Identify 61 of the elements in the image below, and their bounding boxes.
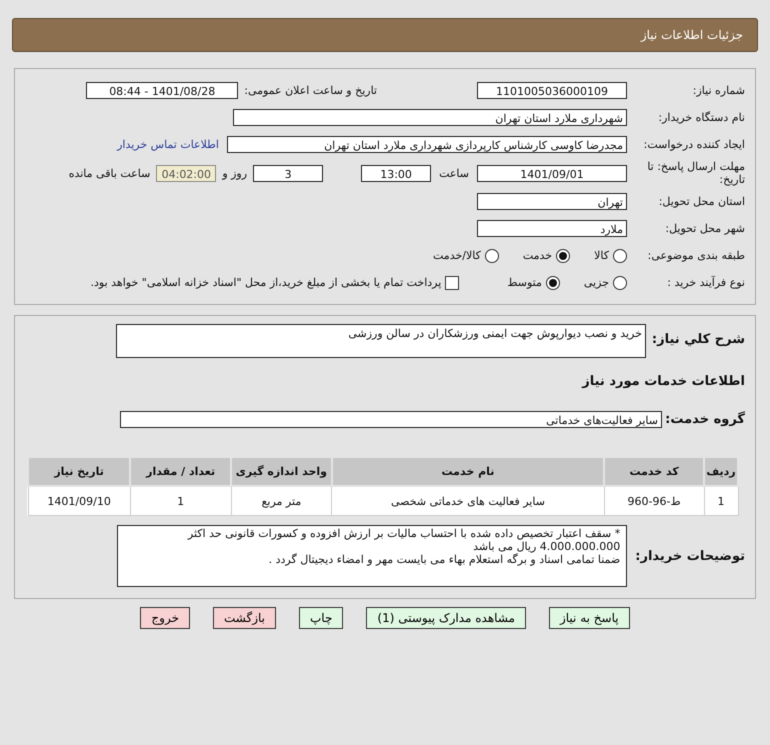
- column-header: تاریخ نیاز: [28, 457, 130, 486]
- page-header: جزئیات اطلاعات نیاز: [12, 18, 758, 52]
- table-cell: 1: [704, 486, 738, 516]
- radio-button[interactable]: [613, 248, 627, 262]
- field-label: ساعت باقی مانده: [68, 166, 150, 180]
- deadline-time-field: 13:00: [361, 164, 432, 182]
- option-label: متوسط: [507, 276, 542, 289]
- field-label: طبقه بندی موضوعی:: [648, 249, 745, 262]
- option-label: جزیی: [584, 276, 609, 289]
- radio-button[interactable]: [546, 276, 560, 290]
- option-label: کالا: [594, 249, 609, 262]
- remaining-time-field: 04:02:00: [156, 164, 216, 182]
- field-label: نام دستگاه خریدار:: [658, 111, 745, 124]
- field-label: مهلت ارسال پاسخ: تا تاریخ:: [647, 160, 745, 186]
- checkbox[interactable]: [445, 276, 460, 290]
- action-button[interactable]: پاسخ به نیاز: [548, 607, 630, 629]
- table-cell: ط-96-960: [604, 486, 704, 516]
- table-cell: متر مربع: [231, 486, 332, 516]
- column-header: کد خدمت: [604, 457, 704, 486]
- field-label: شماره نیاز:: [692, 84, 745, 97]
- notes-text: ضمنا تمامی اسناد و برگه استعلام بهاء می بایست مهر و امضاء دیجیتال گردد .: [268, 553, 620, 566]
- field-label: شهر محل تحویل:: [665, 222, 745, 235]
- table-cell: 1: [130, 486, 232, 516]
- table-cell: 1401/09/10: [28, 486, 130, 516]
- section-heading: اطلاعات خدمات مورد نیاز: [582, 374, 745, 388]
- field-label: استان محل تحویل:: [658, 195, 745, 208]
- option-label: کالا/خدمت: [433, 249, 481, 262]
- summary-field: خرید و نصب دیوارپوش جهت ایمنی ورزشکاران در سالن ورزشی: [116, 324, 646, 358]
- buyer-org-field: شهرداری ملارد استان تهران: [233, 109, 627, 126]
- field-label: روز و: [222, 166, 248, 180]
- requester-field: مجدرضا کاوسی کارشناس کارپردازی شهرداری ملارد استان تهران: [227, 136, 627, 153]
- action-button[interactable]: چاپ: [299, 607, 344, 629]
- radio-button[interactable]: [613, 276, 627, 290]
- province-field: تهران: [477, 193, 627, 210]
- exit-button[interactable]: بازگشت: [213, 607, 276, 629]
- section-label: شرح کلي نياز:: [652, 332, 745, 347]
- exit-button[interactable]: خروج: [140, 607, 190, 629]
- section-label: توضیحات خریدار:: [635, 548, 745, 564]
- column-header: نام خدمت: [332, 457, 604, 486]
- action-button[interactable]: مشاهده مدارک پیوستی (1): [366, 607, 526, 629]
- notes-text: * سقف اعتبار تخصیص داده شده با احتساب مالیات بر ارزش افزوده و کسورات قانونی حد اکثر 4.000.000.000 ریال می باشد: [186, 527, 620, 553]
- field-label: نوع فرآیند خرید :: [667, 276, 745, 289]
- radio-button[interactable]: [484, 248, 499, 262]
- checkbox-label: پرداخت تمام یا بخشی از مبلغ خرید،از محل "اسناد خزانه اسلامی" خواهد بود.: [90, 276, 442, 289]
- field-label: تاریخ و ساعت اعلان عمومی:: [244, 84, 377, 97]
- table-cell: سایر فعالیت های خدماتی شخصی: [332, 486, 604, 516]
- field-label: ایجاد کننده درخواست:: [644, 138, 745, 151]
- column-header: واحد اندازه گیری: [231, 457, 332, 486]
- deadline-date-field: 1401/09/01: [477, 164, 627, 182]
- radio-button[interactable]: [556, 248, 570, 262]
- service-group-field: سایر فعالیت‌های خدماتی: [120, 410, 662, 428]
- column-header: ردیف: [704, 457, 738, 486]
- field-label: ساعت: [439, 166, 469, 180]
- buyer-contact-link[interactable]: اطلاعات تماس خریدار: [117, 138, 219, 151]
- city-field: ملارد: [477, 220, 627, 237]
- column-header: تعداد / مقدار: [130, 457, 232, 486]
- section-label: گروه خدمت:: [665, 412, 745, 426]
- need-number-field: 1101005036000109: [477, 82, 627, 99]
- days-field: 3: [253, 164, 324, 182]
- option-label: خدمت: [522, 249, 552, 262]
- announce-date-field: 1401/08/28 - 08:44: [86, 82, 238, 99]
